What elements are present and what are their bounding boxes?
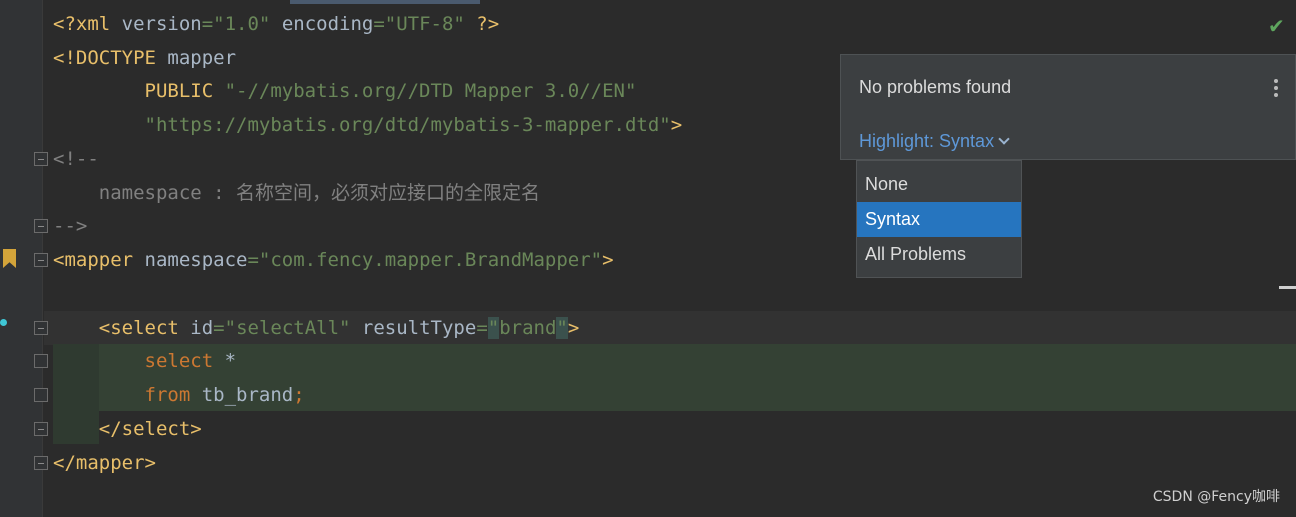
fold-icon[interactable] (34, 422, 48, 436)
more-vertical-icon[interactable] (1266, 79, 1286, 100)
fold-icon[interactable] (34, 456, 48, 470)
fold-guide-icon (34, 388, 48, 402)
code-line-12[interactable]: from tb_brand; (53, 378, 305, 412)
equals: = (476, 317, 488, 339)
sql-keyword: select (53, 350, 225, 372)
xml-decl-close: ?> (464, 13, 500, 35)
attr-name: version (121, 13, 202, 35)
comment-text: namespace : 名称空间，必须对应接口的全限定名 (53, 182, 541, 204)
scrollbar-marker[interactable] (1279, 286, 1296, 289)
equals: = (373, 13, 385, 35)
highlight-level-label: Highlight: Syntax (859, 131, 995, 151)
attr-value: brand (499, 317, 557, 339)
doctype-keyword: <!DOCTYPE (53, 47, 168, 69)
sql-keyword: from (53, 384, 202, 406)
fold-guide-icon (34, 354, 48, 368)
fold-icon[interactable] (34, 253, 48, 267)
matched-quote: " (556, 317, 568, 339)
system-id: "https://mybatis.org/dtd/mybatis-3-mappe… (53, 114, 671, 136)
public-keyword: PUBLIC (53, 80, 225, 102)
sql-semicolon: ; (293, 384, 305, 406)
matched-quote: " (487, 317, 500, 339)
highlight-level-menu: None Syntax All Problems (856, 160, 1022, 278)
public-id: "-//mybatis.org//DTD Mapper 3.0//EN" (224, 80, 637, 102)
doctype-close: > (670, 114, 683, 136)
code-line-4[interactable]: "https://mybatis.org/dtd/mybatis-3-mappe… (53, 108, 683, 142)
code-line-8[interactable]: <mapper namespace="com.fency.mapper.Bran… (53, 243, 614, 277)
option-syntax[interactable]: Syntax (857, 202, 1021, 237)
attr-name: id (190, 317, 214, 339)
doctype-name: mapper (167, 47, 237, 69)
tag-close: > (567, 317, 580, 339)
attr-name: namespace (144, 249, 248, 271)
check-icon[interactable]: ✔ (1268, 14, 1285, 38)
fold-icon[interactable] (34, 219, 48, 233)
mapper-navigation-icon[interactable] (0, 319, 7, 326)
equals: = (247, 249, 259, 271)
select-close-tag: </select> (53, 418, 202, 440)
fold-icon[interactable] (34, 152, 48, 166)
sql-table: tb_brand (201, 384, 294, 406)
sql-text: * (224, 350, 237, 372)
chevron-down-icon (998, 133, 1010, 145)
code-line-7[interactable]: --> (53, 209, 87, 243)
active-tab-indicator (290, 0, 480, 4)
highlight-level-dropdown[interactable]: Highlight: Syntax (859, 131, 1010, 152)
attr-value: "1.0" (213, 13, 271, 35)
code-line-10[interactable]: <select id="selectAll" resultType="brand… (53, 311, 579, 345)
mapper-open-tag: <mapper (53, 249, 145, 271)
code-line-6[interactable]: namespace : 名称空间，必须对应接口的全限定名 (53, 176, 540, 210)
select-open-tag: <select (53, 317, 191, 339)
option-all-problems[interactable]: All Problems (857, 237, 1021, 272)
attr-value: "UTF-8" (384, 13, 465, 35)
attr-value: "selectAll" (224, 317, 351, 339)
attr-value: "com.fency.mapper.BrandMapper" (258, 249, 603, 271)
code-line-11[interactable]: select * (53, 344, 237, 378)
attr-name: encoding (270, 13, 374, 35)
problems-status: No problems found (859, 77, 1012, 97)
attr-name: resultType (350, 317, 477, 339)
comment-close: --> (53, 215, 88, 237)
comment-open: <!-- (53, 148, 99, 170)
equals: = (201, 13, 214, 35)
code-line-2[interactable]: <!DOCTYPE mapper (53, 41, 236, 75)
code-line-5[interactable]: <!-- (53, 142, 99, 176)
mapper-close-tag: </mapper> (53, 452, 156, 474)
option-none[interactable]: None (857, 167, 1021, 202)
code-line-13[interactable]: </select> (53, 412, 202, 446)
xml-decl-open: <?xml (53, 13, 122, 35)
code-line-14[interactable]: </mapper> (53, 446, 156, 480)
fold-icon[interactable] (34, 321, 48, 335)
code-line-3[interactable]: PUBLIC "-//mybatis.org//DTD Mapper 3.0//… (53, 74, 637, 108)
equals: = (213, 317, 225, 339)
problems-popup: No problems found Highlight: Syntax (840, 54, 1296, 160)
code-line-1[interactable]: <?xml version="1.0" encoding="UTF-8" ?> (53, 7, 499, 41)
watermark: CSDN @Fency咖啡 (1152, 489, 1280, 505)
tag-close: > (602, 249, 614, 271)
